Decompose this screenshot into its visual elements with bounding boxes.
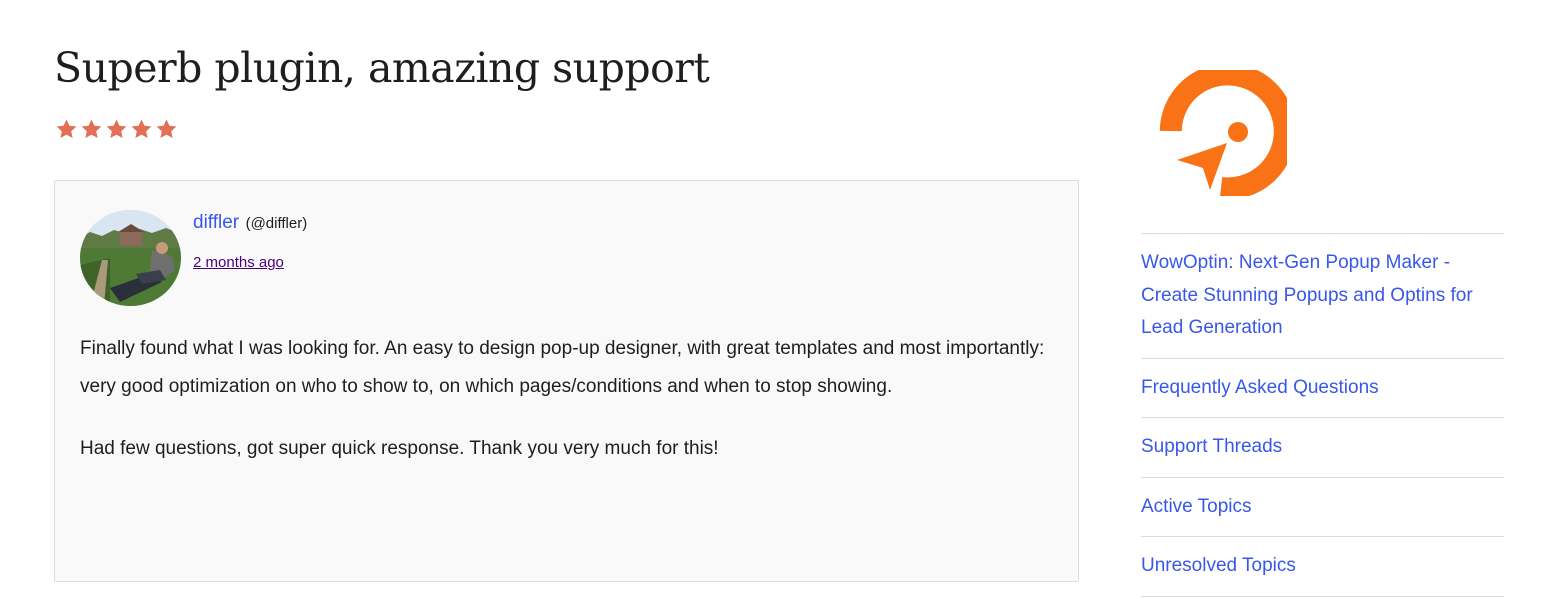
- wowoptin-logo-icon: [1155, 70, 1287, 196]
- avatar[interactable]: [80, 210, 181, 306]
- review-card: diffler (@diffler) 2 months ago Finally …: [54, 180, 1079, 582]
- star-icon: [105, 118, 128, 141]
- nav-link-faq[interactable]: Frequently Asked Questions: [1141, 359, 1504, 418]
- nav-link-unresolved-topics[interactable]: Unresolved Topics: [1141, 537, 1504, 596]
- review-body: Finally found what I was looking for. An…: [80, 330, 1055, 493]
- star-icon: [155, 118, 178, 141]
- nav-link-active-topics[interactable]: Active Topics: [1141, 478, 1504, 537]
- author-name-link[interactable]: diffler: [193, 212, 239, 233]
- nav-link-plugin[interactable]: WowOptin: Next-Gen Popup Maker - Create …: [1141, 234, 1504, 358]
- star-icon: [80, 118, 103, 141]
- star-rating: [55, 118, 178, 141]
- plugin-nav: WowOptin: Next-Gen Popup Maker - Create …: [1141, 233, 1504, 597]
- review-paragraph: Finally found what I was looking for. An…: [80, 338, 1045, 397]
- author-handle: (@diffler): [245, 215, 308, 232]
- star-icon: [55, 118, 78, 141]
- review-title: Superb plugin, amazing support: [54, 44, 710, 92]
- nav-item: WowOptin: Next-Gen Popup Maker - Create …: [1141, 233, 1504, 358]
- nav-item: Active Topics: [1141, 476, 1504, 537]
- nav-link-support-threads[interactable]: Support Threads: [1141, 418, 1504, 477]
- review-author: diffler (@diffler): [193, 212, 307, 234]
- review-date-link[interactable]: 2 months ago: [193, 254, 284, 271]
- nav-item: Unresolved Topics: [1141, 536, 1504, 597]
- page: Superb plugin, amazing support diffler (…: [0, 0, 1564, 598]
- nav-item: Support Threads: [1141, 417, 1504, 477]
- nav-item: Frequently Asked Questions: [1141, 357, 1504, 418]
- review-paragraph: Had few questions, got super quick respo…: [80, 438, 719, 459]
- star-icon: [130, 118, 153, 141]
